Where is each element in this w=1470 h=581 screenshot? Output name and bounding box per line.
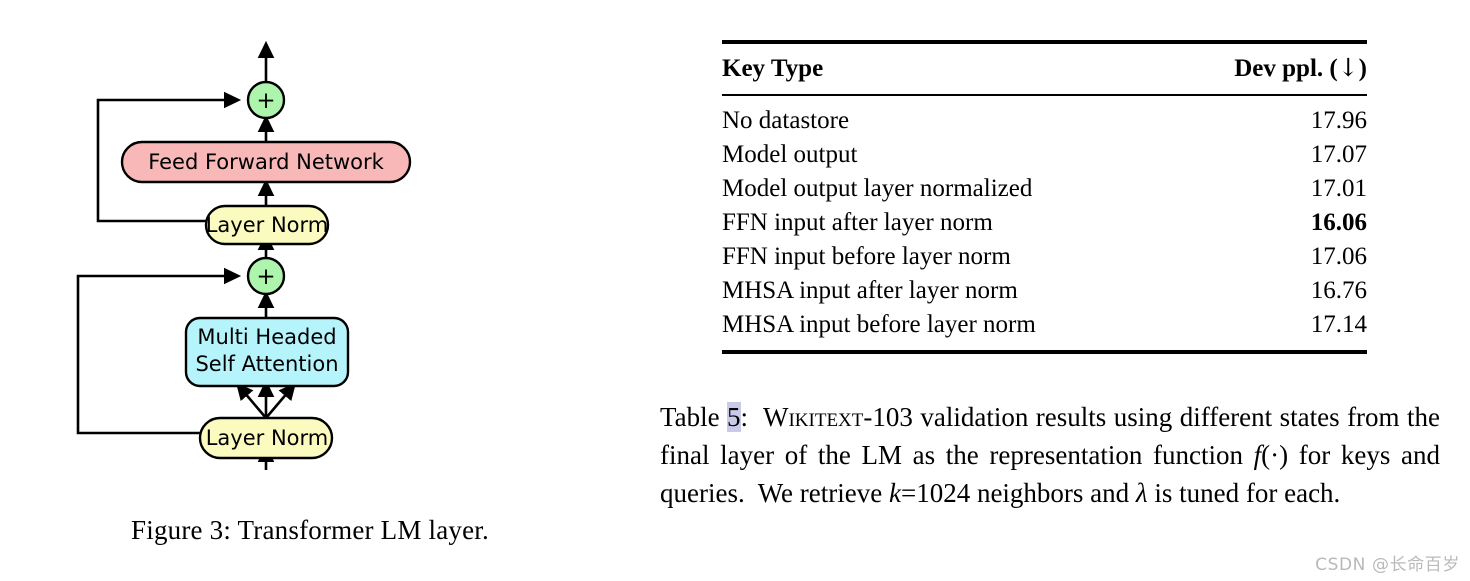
table-cell-key-type: Model output layer normalized: [722, 175, 1033, 202]
table-cell-dev-ppl: 17.01: [1310, 175, 1367, 202]
mhsa-label-line1: Multi Headed: [197, 325, 336, 349]
table-cell-dev-ppl: 17.96: [1310, 107, 1367, 134]
table-row: MHSA input before layer norm 17.14: [722, 308, 1367, 350]
layer-norm-bottom-label: Layer Norm: [206, 426, 329, 450]
table-row: No datastore 17.96: [722, 96, 1367, 138]
table-cell-dev-ppl: 17.07: [1310, 141, 1367, 168]
table-cell-dev-ppl: 17.06: [1310, 243, 1367, 270]
layer-norm-bottom-node: Layer Norm: [198, 416, 334, 460]
transformer-layer-diagram: + Feed Forward Network Layer Norm + Mult…: [76, 40, 412, 470]
table-panel: Key Type Dev ppl. (↓) No datastore 17.96 M…: [660, 0, 1450, 581]
add-node-top-label: +: [256, 88, 275, 114]
add-node-bottom: +: [246, 256, 286, 296]
table-caption-smallcaps-word: Wikitext: [762, 402, 864, 432]
figure-panel: + Feed Forward Network Layer Norm + Mult…: [0, 0, 620, 581]
table-header-key-type: Key Type: [722, 54, 824, 82]
table-caption-colon: :: [740, 402, 749, 432]
table-caption-part5: is tuned for each.: [1147, 478, 1341, 508]
table-caption-number-ref[interactable]: 5: [727, 402, 741, 432]
layer-norm-top-node: Layer Norm: [204, 204, 330, 246]
table-cell-key-type: FFN input after layer norm: [722, 209, 993, 236]
table-caption: Table 5: Wikitext-103 validation results…: [660, 398, 1440, 512]
table-row: FFN input before layer norm 17.06: [722, 240, 1367, 274]
csdn-watermark: CSDN @长命百岁: [1315, 555, 1460, 575]
table-bottom-rule: [722, 350, 1367, 354]
add-node-top: +: [246, 80, 286, 120]
figure-caption: Figure 3: Transformer LM layer.: [131, 515, 489, 545]
dev-ppl-suffix: ): [1358, 55, 1367, 82]
add-node-bottom-label: +: [256, 264, 275, 290]
table-header-row: Key Type Dev ppl. (↓): [722, 44, 1367, 94]
edge-layernorm-bottom-to-mhsa-right: [265, 382, 297, 419]
table-cell-key-type: MHSA input before layer norm: [722, 311, 1036, 338]
table-caption-math-k: k: [888, 478, 901, 508]
table-row: FFN input after layer norm 16.06: [722, 206, 1367, 240]
results-table: Key Type Dev ppl. (↓): [722, 44, 1367, 94]
table-header-dev-ppl: Dev ppl. (↓): [1152, 44, 1367, 94]
table-cell-dev-ppl: 17.14: [1310, 311, 1367, 338]
layer-norm-top-label: Layer Norm: [206, 213, 329, 237]
table-caption-space: [748, 402, 763, 432]
table-caption-math-lambda: λ: [1135, 478, 1148, 508]
results-table-body: No datastore 17.96 Model output 17.07 Model …: [722, 96, 1367, 350]
dev-ppl-prefix: Dev ppl. (: [1234, 55, 1338, 82]
table-cell-key-type: Model output: [722, 141, 858, 168]
table-caption-math-f: f: [1253, 440, 1262, 470]
table-cell-dev-ppl: 16.06: [1310, 209, 1367, 236]
edge-layernorm-bottom-to-mhsa-left: [235, 382, 267, 419]
feed-forward-network-node: Feed Forward Network: [120, 140, 412, 184]
table-row: Model output 17.07: [722, 138, 1367, 172]
table-cell-key-type: FFN input before layer norm: [722, 243, 1011, 270]
arrow-down-icon: ↓: [1337, 53, 1359, 82]
table-row: MHSA input after layer norm 16.76: [722, 274, 1367, 308]
feed-forward-network-label: Feed Forward Network: [148, 150, 384, 174]
table-row: Model output layer normalized 17.01: [722, 172, 1367, 206]
table-caption-label: Table: [660, 402, 720, 432]
mhsa-label-line2: Self Attention: [195, 352, 338, 376]
table-cell-key-type: No datastore: [722, 107, 850, 134]
table-cell-key-type: MHSA input after layer norm: [722, 277, 1018, 304]
table-cell-dev-ppl: 16.76: [1310, 277, 1367, 304]
multi-headed-self-attention-node: Multi Headed Self Attention: [184, 316, 350, 388]
table-caption-part4: =1024 neighbors and: [900, 478, 1136, 508]
